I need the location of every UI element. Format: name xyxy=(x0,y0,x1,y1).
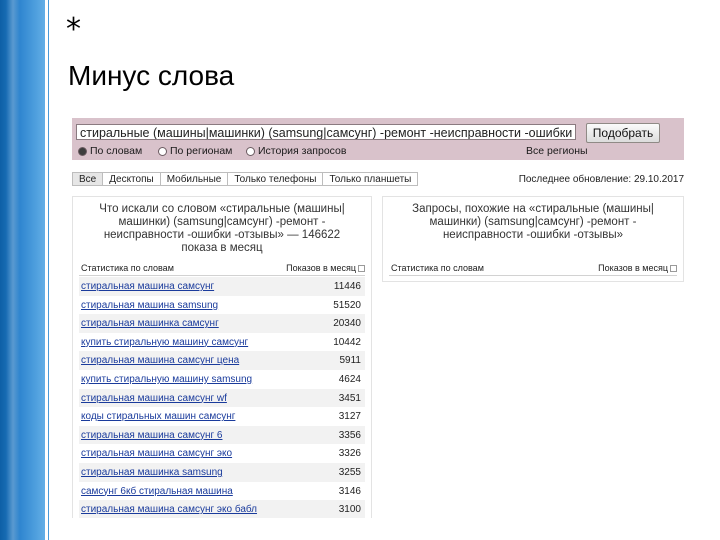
impressions-count: 3127 xyxy=(338,411,361,423)
table-row: стиральная машинка самсунг 20340 xyxy=(79,314,365,333)
radio-icon xyxy=(246,146,255,156)
band-sheen xyxy=(6,0,20,540)
slide-title: Минус слова xyxy=(68,60,235,91)
radio-by-regions[interactable]: По регионам xyxy=(158,145,232,157)
region-selector[interactable]: Все регионы xyxy=(526,145,588,157)
impressions-count: 3100 xyxy=(338,504,361,516)
radio-label: По словам xyxy=(90,145,143,157)
left-column-header: Статистика по словам Показов в месяц xyxy=(79,263,365,276)
impressions-count: 11446 xyxy=(333,281,361,292)
right-results-panel: Запросы, похожие на «стиральные (машины|… xyxy=(382,196,684,282)
col-count-header: Показов в месяц xyxy=(286,263,356,273)
impressions-count: 3146 xyxy=(338,485,361,497)
title-line: машинки) (samsung|самсунг) -ремонт - xyxy=(429,216,637,228)
export-icon[interactable] xyxy=(358,264,365,272)
left-panel-title: Что искали со словом «стиральные (машины… xyxy=(73,203,371,255)
phrase-link[interactable]: стиральная машина самсунг 6 xyxy=(81,430,222,441)
tab-mobile[interactable]: Мобильные xyxy=(159,172,229,186)
mode-radios: По словам По регионам История запросов В… xyxy=(76,145,680,157)
phrase-link[interactable]: стиральная машина самсунг xyxy=(81,281,214,292)
radio-selected-icon xyxy=(78,146,87,156)
export-icon[interactable] xyxy=(670,264,677,272)
search-input[interactable]: стиральные (машины|машинки) (samsung|сам… xyxy=(76,124,576,140)
left-rows: стиральная машина самсунг 11446 стиральная… xyxy=(79,277,365,518)
table-row: стиральная машина самсунг 6 3356 xyxy=(79,425,365,445)
phrase-link[interactable]: стиральная машинка samsung xyxy=(81,467,223,478)
title-line: показа в месяц xyxy=(181,242,263,254)
table-row: стиральная машина самсунг 11446 xyxy=(79,277,365,296)
title-line: неисправности -ошибки -отзывы» xyxy=(442,229,624,241)
phrase-link[interactable]: стиральная машинка самсунг xyxy=(81,318,219,329)
left-results-panel: Что искали со словом «стиральные (машины… xyxy=(72,196,372,518)
col-count-header: Показов в месяц xyxy=(598,263,668,273)
title-line: Запросы, похожие на «стиральные (машины| xyxy=(412,203,654,215)
slide-left-band xyxy=(0,0,45,540)
phrase-link[interactable]: стиральная машина samsung xyxy=(81,300,218,311)
impressions-count: 5911 xyxy=(339,355,361,367)
tab-tablets-only[interactable]: Только планшеты xyxy=(322,172,419,186)
table-row: самсунг 6кб стиральная машина 3146 xyxy=(79,482,365,501)
region-label: Все регионы xyxy=(526,145,588,157)
title-line: неисправности -ошибки -отзывы» — 146622 xyxy=(103,229,341,241)
radio-history[interactable]: История запросов xyxy=(246,145,346,157)
table-row: купить стиральную машину самсунг 10442 xyxy=(79,333,365,352)
impressions-count: 4624 xyxy=(338,373,361,385)
phrase-link[interactable]: стиральная машина самсунг цена xyxy=(81,355,239,366)
col-phrase-header: Статистика по словам xyxy=(391,263,484,273)
table-row: коды стиральных машин самсунг 3127 xyxy=(79,407,365,426)
impressions-count: 3451 xyxy=(338,392,361,404)
tab-phones-only[interactable]: Только телефоны xyxy=(227,172,324,186)
impressions-count: 51520 xyxy=(333,299,361,311)
phrase-link[interactable]: купить стиральную машину samsung xyxy=(81,374,252,385)
table-row: стиральная машинка samsung 3255 xyxy=(79,462,365,482)
radio-icon xyxy=(158,146,167,156)
device-tabs: Все Десктопы Мобильные Только телефоны Т… xyxy=(72,172,419,186)
phrase-link[interactable]: стиральная машина самсунг эко xyxy=(81,448,232,459)
phrase-link[interactable]: коды стиральных машин самсунг xyxy=(81,411,235,422)
tab-desktops[interactable]: Десктопы xyxy=(102,172,161,186)
impressions-count: 3255 xyxy=(338,466,361,478)
tab-all[interactable]: Все xyxy=(72,172,104,186)
impressions-count: 3356 xyxy=(338,429,361,441)
search-bar: стиральные (машины|машинки) (samsung|сам… xyxy=(72,118,684,160)
impressions-count: 10442 xyxy=(333,336,361,348)
wordstat-screenshot: стиральные (машины|машинки) (samsung|сам… xyxy=(72,118,684,518)
impressions-count: 20340 xyxy=(333,318,361,330)
table-row: стиральная машина самсунг цена 5911 xyxy=(79,351,365,370)
right-column-header: Статистика по словам Показов в месяц xyxy=(389,263,677,276)
pick-button[interactable]: Подобрать xyxy=(586,123,660,143)
title-line: Что искали со словом «стиральные (машины… xyxy=(99,203,345,215)
table-row: стиральная машина самсунг wf 3451 xyxy=(79,388,365,408)
table-row: стиральная машина самсунг эко 3326 xyxy=(79,444,365,463)
title-line: машинки) (samsung|самсунг) -ремонт - xyxy=(118,216,326,228)
radio-by-words[interactable]: По словам xyxy=(78,145,142,157)
table-row: купить стиральную машину samsung 4624 xyxy=(79,370,365,389)
phrase-link[interactable]: стиральная машина самсунг эко бабл xyxy=(81,504,257,515)
phrase-link[interactable]: стиральная машина самсунг wf xyxy=(81,393,227,404)
last-updated: Последнее обновление: 29.10.2017 xyxy=(518,174,684,185)
table-row: стиральная машина samsung 51520 xyxy=(79,296,365,315)
phrase-link[interactable]: самсунг 6кб стиральная машина xyxy=(81,486,233,497)
phrase-link[interactable]: купить стиральную машину самсунг xyxy=(81,337,248,348)
table-row: стиральная машина самсунг эко бабл 3100 xyxy=(79,500,365,518)
slide-divider-line xyxy=(48,0,49,540)
slide-bullet: * xyxy=(66,12,81,47)
radio-label: По регионам xyxy=(170,145,233,157)
right-panel-title: Запросы, похожие на «стиральные (машины|… xyxy=(383,203,683,242)
radio-label: История запросов xyxy=(258,145,347,157)
col-phrase-header: Статистика по словам xyxy=(81,263,174,273)
impressions-count: 3326 xyxy=(338,448,361,460)
